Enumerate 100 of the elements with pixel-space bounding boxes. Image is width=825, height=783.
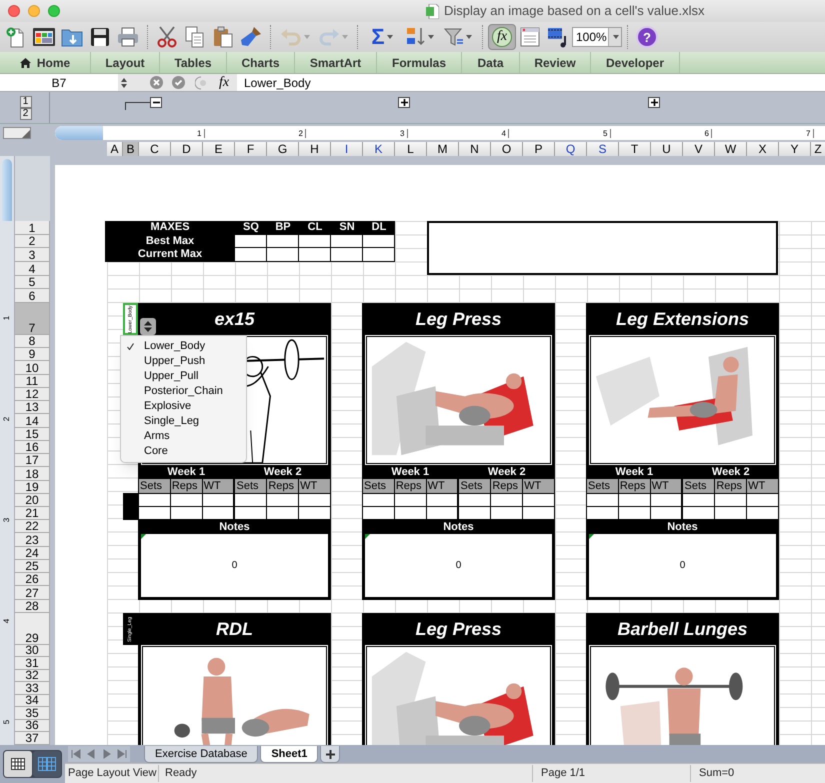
column-header[interactable]: B — [123, 142, 139, 156]
enter-icon[interactable] — [172, 76, 185, 89]
formula-input[interactable]: Lower_Body — [237, 74, 825, 91]
column-header[interactable]: G — [267, 142, 299, 156]
spinner-icon[interactable] — [118, 76, 130, 88]
column-header[interactable]: Q — [555, 142, 587, 156]
menu-item[interactable]: Lower_Body — [121, 339, 246, 354]
column-header[interactable]: D — [171, 142, 203, 156]
row-header[interactable]: 11 — [15, 374, 50, 388]
ribbon-tab[interactable]: Home — [0, 52, 91, 73]
ribbon-tab[interactable]: Developer — [591, 52, 680, 73]
expand-button[interactable] — [398, 97, 410, 108]
ribbon-tab[interactable]: SmartArt — [295, 52, 377, 73]
row-header[interactable]: 9 — [15, 348, 50, 362]
first-sheet-button[interactable] — [70, 749, 81, 759]
column-header[interactable]: A — [107, 142, 123, 156]
ribbon-tab[interactable]: Tables — [160, 52, 227, 73]
last-sheet-button[interactable] — [117, 749, 128, 759]
ribbon-tab[interactable]: Review — [520, 52, 591, 73]
row-header[interactable]: 37 — [15, 732, 50, 745]
next-sheet-button[interactable] — [102, 749, 112, 759]
autosum-button[interactable]: Σ — [363, 24, 401, 50]
row-header[interactable]: 29 — [15, 612, 50, 645]
outline-level-button[interactable]: 2 — [20, 108, 32, 120]
zoom-window-button[interactable] — [48, 5, 60, 17]
column-header[interactable]: F — [235, 142, 267, 156]
outline-level-button[interactable]: 1 — [20, 96, 32, 108]
menu-item[interactable]: Arms — [121, 429, 246, 444]
sheet-tab[interactable]: Sheet1 — [260, 746, 318, 763]
row-header[interactable]: 22 — [15, 520, 50, 534]
row-header[interactable]: 3 — [15, 248, 50, 262]
column-header[interactable]: T — [619, 142, 651, 156]
column-header[interactable]: N — [459, 142, 491, 156]
column-header[interactable]: Z — [811, 142, 825, 156]
select-all-button[interactable] — [3, 127, 31, 139]
menu-item[interactable]: Upper_Push — [121, 354, 246, 369]
zoom-field[interactable]: 100% — [572, 27, 622, 47]
row-header[interactable]: 32 — [15, 670, 50, 682]
row-header[interactable]: 36 — [15, 720, 50, 732]
row-header[interactable]: 24 — [15, 546, 50, 560]
column-header[interactable]: C — [139, 142, 171, 156]
expand-button[interactable] — [648, 97, 660, 108]
column-header[interactable]: P — [523, 142, 555, 156]
row-header[interactable]: 17 — [15, 454, 50, 468]
row-header[interactable]: 10 — [15, 361, 50, 375]
add-sheet-button[interactable] — [320, 746, 340, 763]
menu-item[interactable]: Upper_Pull — [121, 369, 246, 384]
row-header[interactable]: 5 — [15, 276, 50, 290]
insert-function-button[interactable]: fx — [213, 76, 235, 90]
ribbon-tab[interactable]: Layout — [91, 52, 160, 73]
column-header[interactable]: E — [203, 142, 235, 156]
row-header[interactable]: 6 — [15, 289, 50, 303]
row-header[interactable]: 20 — [15, 494, 50, 507]
row-header[interactable]: 35 — [15, 707, 50, 720]
row-header[interactable]: 16 — [15, 440, 50, 454]
column-header[interactable]: Y — [779, 142, 811, 156]
menu-item[interactable]: Core — [121, 444, 246, 459]
row-header[interactable]: 19 — [15, 480, 50, 494]
column-header[interactable]: M — [427, 142, 459, 156]
column-header[interactable]: I — [331, 142, 363, 156]
column-header[interactable]: O — [491, 142, 523, 156]
row-header[interactable]: 18 — [15, 467, 50, 481]
column-header[interactable]: X — [747, 142, 779, 156]
row-header[interactable]: 30 — [15, 644, 50, 658]
close-window-button[interactable] — [8, 5, 20, 17]
ribbon-tab[interactable]: Charts — [227, 52, 295, 73]
row-header[interactable]: 33 — [15, 682, 50, 695]
normal-view-button[interactable] — [4, 751, 32, 777]
name-box[interactable]: B7 — [0, 74, 118, 91]
menu-item[interactable]: Posterior_Chain — [121, 384, 246, 399]
column-header[interactable]: U — [651, 142, 683, 156]
ribbon-tab[interactable]: Data — [462, 52, 520, 73]
row-header[interactable]: 14 — [15, 414, 50, 428]
row-header[interactable]: 8 — [15, 334, 50, 348]
column-header[interactable]: H — [299, 142, 331, 156]
row-header[interactable]: 21 — [15, 506, 50, 520]
previous-sheet-button[interactable] — [86, 749, 96, 759]
column-header[interactable]: K — [363, 142, 395, 156]
row-header[interactable]: 13 — [15, 401, 50, 414]
row-header[interactable]: 28 — [15, 600, 50, 613]
column-header[interactable]: V — [683, 142, 715, 156]
row-header[interactable]: 7 — [15, 302, 50, 335]
row-header[interactable]: 23 — [15, 533, 50, 547]
row-header[interactable]: 27 — [15, 586, 50, 600]
dropdown-arrow-button[interactable] — [140, 318, 156, 335]
row-header[interactable]: 34 — [15, 694, 50, 708]
ribbon-tab[interactable]: Formulas — [377, 52, 462, 73]
cancel-icon[interactable] — [150, 76, 163, 89]
row-header[interactable]: 31 — [15, 657, 50, 670]
sheet-tab[interactable]: Exercise Database — [144, 746, 258, 763]
menu-item[interactable]: Single_Leg — [121, 414, 246, 429]
column-header[interactable]: W — [715, 142, 747, 156]
column-header[interactable]: L — [395, 142, 427, 156]
row-header[interactable]: 4 — [15, 262, 50, 276]
formula-builder-button[interactable]: fx — [488, 24, 516, 50]
menu-item[interactable]: Explosive — [121, 399, 246, 414]
row-header[interactable]: 26 — [15, 573, 50, 586]
row-header[interactable]: 1 — [15, 221, 50, 235]
collapse-button[interactable] — [150, 97, 162, 108]
row-header[interactable]: 2 — [15, 234, 50, 248]
